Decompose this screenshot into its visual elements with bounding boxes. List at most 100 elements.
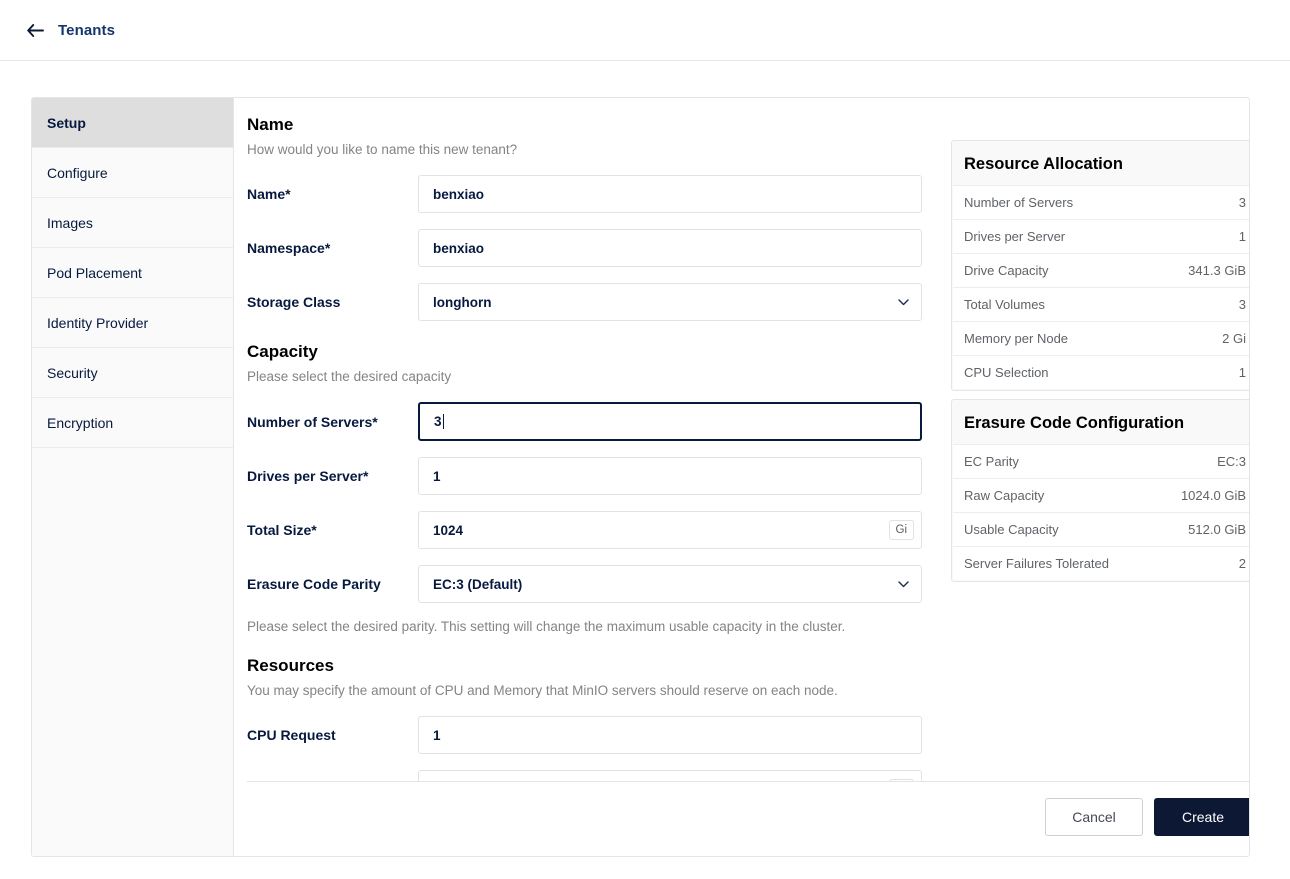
resource-allocation-panel: Resource Allocation Number of Servers 3 … (951, 140, 1249, 391)
table-row: Drives per Server 1 (953, 219, 1249, 253)
section-subtitle-resources: You may specify the amount of CPU and Me… (247, 683, 838, 698)
text-caret (442, 414, 444, 429)
row-key: Total Volumes (964, 297, 1045, 312)
sidebar-item-label: Identity Provider (47, 314, 149, 331)
erasure-code-configuration-panel: Erasure Code Configuration EC Parity EC:… (951, 399, 1249, 582)
footer-buttons: Cancel Create (247, 798, 1249, 856)
resource-allocation-title: Resource Allocation (964, 155, 1123, 173)
cpu-request-input[interactable]: 1 (418, 716, 922, 754)
sidebar-item-security[interactable]: Security (32, 348, 233, 398)
wizard-footer: Cancel Create (234, 781, 1249, 856)
field-row-cpu-request: CPU Request 1 (247, 716, 937, 754)
memory-request-input[interactable]: 2 (418, 770, 922, 781)
section-title-resources: Resources (247, 656, 334, 675)
label-number-of-servers: Number of Servers* (247, 413, 378, 430)
sidebar-filler (32, 448, 233, 856)
control-erasure-code-parity: EC:3 (Default) (418, 565, 922, 603)
sidebar-item-label: Security (47, 364, 98, 381)
row-value: 2 (1238, 556, 1246, 571)
row-value: 341.3 GiB (1188, 263, 1246, 278)
page-body: Setup Configure Images Pod Placement Ide… (0, 61, 1290, 857)
control-name: benxiao (418, 175, 922, 213)
parity-helper-text: Please select the desired parity. This s… (247, 619, 846, 634)
label-name: Name* (247, 186, 291, 202)
control-drives-per-server: 1 (418, 457, 922, 495)
erasure-code-parity-value: EC:3 (Default) (433, 576, 523, 592)
field-row-total-size: Total Size* 1024 Gi (247, 511, 937, 549)
control-total-size: 1024 Gi (418, 511, 922, 549)
storage-class-select[interactable]: longhorn (418, 283, 922, 321)
table-row: Server Failures Tolerated 2 (953, 546, 1249, 580)
erasure-code-configuration-title: Erasure Code Configuration (964, 414, 1185, 432)
label-namespace: Namespace* (247, 240, 331, 256)
control-number-of-servers: 3 (418, 402, 922, 441)
total-size-unit-badge: Gi (888, 520, 914, 540)
field-row-drives-per-server: Drives per Server* 1 (247, 457, 937, 495)
storage-class-value: longhorn (433, 294, 492, 310)
breadcrumb-tenants[interactable]: Tenants (58, 22, 115, 39)
table-row: EC Parity EC:3 (953, 444, 1249, 478)
name-input[interactable]: benxiao (418, 175, 922, 213)
row-key: Raw Capacity (964, 488, 1045, 503)
row-value: 1 (1238, 365, 1246, 380)
sidebar-item-configure[interactable]: Configure (32, 148, 233, 198)
cancel-button[interactable]: Cancel (1045, 798, 1143, 836)
row-key: EC Parity (964, 454, 1019, 469)
tenant-wizard-card: Setup Configure Images Pod Placement Ide… (31, 97, 1250, 857)
number-of-servers-input[interactable]: 3 (418, 402, 922, 441)
field-row-memory-request: Memory Request 2 Gi (247, 770, 937, 781)
total-size-input[interactable]: 1024 (418, 511, 922, 549)
field-row-storage-class: Storage Class longhorn (247, 283, 937, 321)
label-total-size: Total Size* (247, 522, 317, 538)
table-row: Raw Capacity 1024.0 GiB (953, 478, 1249, 512)
table-row: Usable Capacity 512.0 GiB (953, 512, 1249, 546)
row-key: Usable Capacity (964, 522, 1059, 537)
create-button[interactable]: Create (1154, 798, 1249, 836)
setup-form: Name How would you like to name this new… (247, 115, 937, 781)
row-key: Number of Servers (964, 195, 1074, 210)
table-row: Number of Servers 3 (953, 185, 1249, 219)
footer-divider (247, 781, 1249, 782)
erasure-code-configuration-rows: EC Parity EC:3 Raw Capacity 1024.0 GiB U… (953, 444, 1249, 580)
wizard-scroll-area: Name How would you like to name this new… (234, 98, 1249, 781)
control-storage-class: longhorn (418, 283, 922, 321)
sidebar-item-pod-placement[interactable]: Pod Placement (32, 248, 233, 298)
resource-allocation-rows: Number of Servers 3 Drives per Server 1 … (953, 185, 1249, 389)
sidebar-item-encryption[interactable]: Encryption (32, 398, 233, 448)
field-row-erasure-code-parity: Erasure Code Parity EC:3 (Default) (247, 565, 937, 603)
label-storage-class: Storage Class (247, 294, 341, 310)
control-memory-request: 2 Gi (418, 770, 922, 781)
row-value: 3 (1238, 195, 1246, 210)
label-drives-per-server: Drives per Server* (247, 468, 369, 484)
summary-column: Resource Allocation Number of Servers 3 … (937, 115, 1249, 781)
sidebar-item-identity-provider[interactable]: Identity Provider (32, 298, 233, 348)
label-cpu-request: CPU Request (247, 727, 336, 743)
label-erasure-code-parity: Erasure Code Parity (247, 576, 381, 592)
namespace-input[interactable]: benxiao (418, 229, 922, 267)
sidebar-item-setup[interactable]: Setup (32, 98, 233, 148)
wizard-step-nav: Setup Configure Images Pod Placement Ide… (32, 98, 234, 856)
table-row: Total Volumes 3 (953, 287, 1249, 321)
sidebar-item-images[interactable]: Images (32, 198, 233, 248)
row-value: 2 Gi (1222, 331, 1246, 346)
row-value: EC:3 (1217, 454, 1246, 469)
section-subtitle-name: How would you like to name this new tena… (247, 142, 518, 157)
row-value: 512.0 GiB (1188, 522, 1246, 537)
row-value: 3 (1238, 297, 1246, 312)
control-cpu-request: 1 (418, 716, 922, 754)
erasure-code-parity-select[interactable]: EC:3 (Default) (418, 565, 922, 603)
arrow-left-icon[interactable] (26, 21, 44, 39)
wizard-content: Name How would you like to name this new… (234, 98, 1249, 856)
field-row-namespace: Namespace* benxiao (247, 229, 937, 267)
field-row-number-of-servers: Number of Servers* 3 (247, 402, 937, 441)
sidebar-item-label: Images (47, 214, 93, 231)
row-value: 1 (1238, 229, 1246, 244)
drives-per-server-input[interactable]: 1 (418, 457, 922, 495)
chevron-down-icon (898, 580, 909, 588)
row-key: Drives per Server (964, 229, 1066, 244)
table-row: CPU Selection 1 (953, 355, 1249, 389)
section-subtitle-capacity: Please select the desired capacity (247, 369, 452, 384)
sidebar-item-label: Encryption (47, 414, 114, 431)
row-key: Drive Capacity (964, 263, 1049, 278)
number-of-servers-value: 3 (434, 414, 442, 429)
